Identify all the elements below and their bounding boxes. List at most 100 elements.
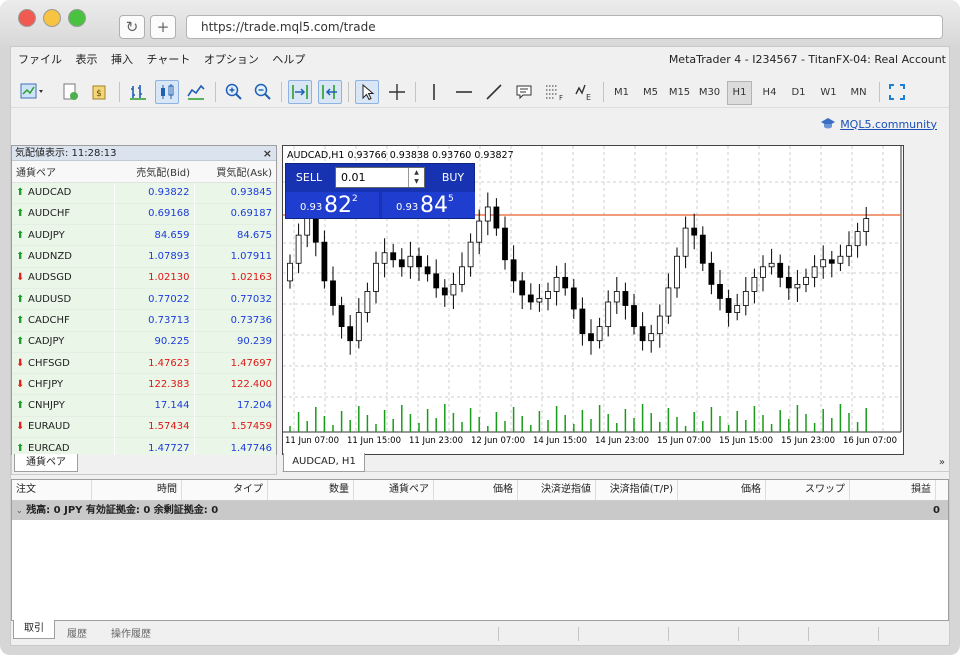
symbol-cell[interactable]: ⬆ CADJPY <box>12 331 114 353</box>
column-header[interactable]: 価格 <box>434 480 518 500</box>
tab-symbols[interactable]: 通貨ペア <box>14 454 78 472</box>
buy-price-button[interactable]: 0.93 84 5 <box>382 192 475 218</box>
tab-journal[interactable]: 操作履歴 <box>111 625 151 640</box>
symbol-header[interactable]: 通貨ペア <box>12 161 114 183</box>
candle <box>321 241 328 282</box>
horizontal-line-button[interactable] <box>452 80 476 104</box>
column-header[interactable]: 決済逆指値(S/... <box>518 480 596 515</box>
zoom-in-button[interactable] <box>222 80 246 104</box>
market-watch-row[interactable]: ⬆ CNHJPY 17.144 17.204 <box>12 394 276 417</box>
fibonacci-button[interactable]: F <box>542 80 566 104</box>
column-header[interactable]: 注文 <box>12 480 92 500</box>
market-watch-row[interactable]: ⬆ AUDJPY 84.659 84.675 <box>12 224 276 247</box>
column-header[interactable]: タイプ <box>182 480 268 500</box>
url-bar[interactable]: https://trade.mql5.com/trade <box>186 15 943 39</box>
timeframe-m30[interactable]: M30 <box>697 81 722 105</box>
timeframe-w1[interactable]: W1 <box>816 81 841 105</box>
bar-chart-button[interactable] <box>126 80 150 104</box>
column-header[interactable]: 損益 <box>850 480 936 500</box>
minimize-window-button[interactable] <box>43 9 61 27</box>
column-header[interactable]: 通貨ペア <box>354 480 434 500</box>
symbol-cell[interactable]: ⬆ AUDCHF <box>12 203 114 226</box>
symbol-cell[interactable]: ⬆ AUDJPY <box>12 224 114 247</box>
column-header[interactable]: 時間 <box>92 480 182 500</box>
symbol-cell[interactable]: ⬇ CHFSGD <box>12 352 114 375</box>
sell-button[interactable]: SELL <box>289 167 329 188</box>
new-profile-button[interactable] <box>58 80 82 104</box>
volume-input[interactable]: 0.01 ▲ ▼ <box>335 167 425 188</box>
market-watch-row[interactable]: ⬆ AUDNZD 1.07893 1.07911 <box>12 245 276 268</box>
symbol-cell[interactable]: ⬇ CHFJPY <box>12 373 114 396</box>
collapse-icon[interactable]: ⌄ <box>16 506 23 515</box>
volume-stepper[interactable]: ▲ ▼ <box>408 168 424 187</box>
market-watch-row[interactable]: ⬆ AUDUSD 0.77022 0.77032 <box>12 288 276 311</box>
candle <box>545 291 551 299</box>
new-chart-button[interactable] <box>15 80 49 104</box>
close-icon[interactable]: × <box>263 146 272 161</box>
tabs-scroll-right-icon[interactable]: » <box>939 457 945 468</box>
bid-cell: 122.383 <box>113 373 194 396</box>
candle <box>631 305 637 328</box>
symbol-cell[interactable]: ⬆ CNHJPY <box>12 394 114 417</box>
reload-button[interactable]: ↻ <box>119 15 145 39</box>
zoom-out-button[interactable] <box>251 80 275 104</box>
tab-history[interactable]: 履歴 <box>67 625 87 640</box>
close-window-button[interactable] <box>18 9 36 27</box>
column-header[interactable]: 価格 <box>678 480 766 500</box>
symbol-cell[interactable]: ⬇ AUDSGD <box>12 267 114 289</box>
market-watch-row[interactable]: ⬆ CADJPY 90.225 90.239 <box>12 331 276 353</box>
ask-header[interactable]: 買気配(Ask) <box>194 161 276 183</box>
cursor-button[interactable] <box>355 80 379 104</box>
timeframe-m15[interactable]: M15 <box>667 81 692 105</box>
trend-line-button[interactable] <box>482 80 506 104</box>
chart-shift-button[interactable] <box>318 80 342 104</box>
maximize-window-button[interactable] <box>68 9 86 27</box>
symbol-cell[interactable]: ⬆ AUDCAD <box>12 182 114 204</box>
timeframe-h1[interactable]: H1 <box>727 81 752 105</box>
symbol-cell[interactable]: ⬆ CADCHF <box>12 309 114 332</box>
column-header[interactable]: スワップ <box>766 480 850 500</box>
sell-price-button[interactable]: 0.93 82 2 <box>286 192 379 218</box>
buy-button[interactable]: BUY <box>433 167 473 188</box>
timeframe-mn[interactable]: MN <box>846 81 871 105</box>
market-watch-row[interactable]: ⬆ CADCHF 0.73713 0.73736 <box>12 309 276 332</box>
market-watch-row[interactable]: ⬇ CHFJPY 122.383 122.400 <box>12 373 276 396</box>
menu-help[interactable]: ヘルプ <box>269 47 308 73</box>
candle <box>811 266 818 278</box>
market-watch-row[interactable]: ⬇ CHFSGD 1.47623 1.47697 <box>12 352 276 375</box>
market-watch-row[interactable]: ⬆ AUDCHF 0.69168 0.69187 <box>12 203 276 226</box>
crosshair-button[interactable] <box>385 80 409 104</box>
menu-insert[interactable]: 挿入 <box>108 47 136 73</box>
portfolio-button[interactable]: $ <box>88 80 112 104</box>
symbol-cell[interactable]: ⬆ AUDNZD <box>12 245 114 268</box>
candle <box>493 206 500 229</box>
menu-chart[interactable]: チャート <box>144 47 194 73</box>
symbol-cell[interactable]: ⬇ EURAUD <box>12 416 114 439</box>
market-watch-row[interactable]: ⬇ EURAUD 1.57434 1.57459 <box>12 416 276 439</box>
tab-audcad-h1[interactable]: AUDCAD, H1 <box>283 453 365 472</box>
candle <box>373 262 379 292</box>
vertical-line-button[interactable] <box>422 80 446 104</box>
text-label-button[interactable] <box>512 80 536 104</box>
market-watch-row[interactable]: ⬇ AUDSGD 1.02130 1.02163 <box>12 267 276 289</box>
menu-file[interactable]: ファイル <box>15 47 65 73</box>
auto-scroll-button[interactable] <box>288 80 312 104</box>
timeframe-h4[interactable]: H4 <box>757 81 782 105</box>
column-header[interactable]: 決済指値(T/P) <box>596 480 678 500</box>
market-watch-row[interactable]: ⬆ AUDCAD 0.93822 0.93845 <box>12 182 276 204</box>
bid-header[interactable]: 売気配(Bid) <box>114 161 194 183</box>
menu-view[interactable]: 表示 <box>73 47 101 73</box>
menu-options[interactable]: オプション <box>201 47 262 73</box>
column-header[interactable]: 数量 <box>268 480 354 500</box>
timeframe-m5[interactable]: M5 <box>638 81 663 105</box>
elliott-button[interactable]: E <box>572 80 596 104</box>
new-tab-button[interactable]: + <box>150 15 176 39</box>
mql5-community-link[interactable]: MQL5.community <box>820 117 937 131</box>
line-chart-button[interactable] <box>184 80 208 104</box>
fullscreen-button[interactable] <box>885 80 909 104</box>
candlestick-button[interactable] <box>155 80 179 104</box>
timeframe-m1[interactable]: M1 <box>609 81 634 105</box>
tab-trade[interactable]: 取引 <box>13 620 55 639</box>
symbol-cell[interactable]: ⬆ AUDUSD <box>12 288 114 311</box>
timeframe-d1[interactable]: D1 <box>786 81 811 105</box>
